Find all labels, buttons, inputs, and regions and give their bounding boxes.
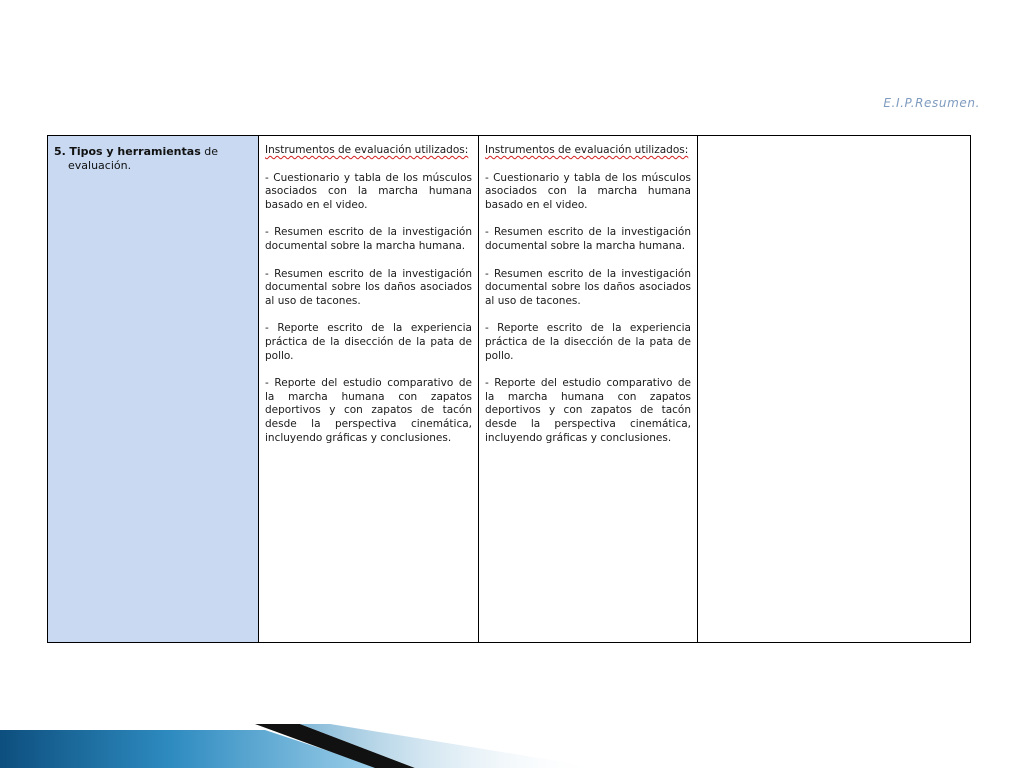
list-item: - Reporte del estudio comparativo de la … [485, 377, 691, 444]
list-item: - Resumen escrito de la investigación do… [485, 226, 691, 252]
section-title: 5. Tipos y herramientas de evaluación. [54, 145, 252, 173]
instruments-intro: Instrumentos de evaluación utilizados: [485, 144, 689, 156]
column-instruments-1: Instrumentos de evaluación utilizados: -… [258, 136, 478, 642]
instruments-intro: Instrumentos de evaluación utilizados: [265, 144, 469, 156]
section-title-bold: Tipos y herramientas [69, 145, 201, 158]
list-item: - Resumen escrito de la investigación do… [265, 226, 472, 252]
footer-decoration [0, 724, 600, 768]
section-number: 5. [54, 145, 66, 158]
list-item: - Reporte del estudio comparativo de la … [265, 377, 472, 444]
list-item: - Reporte escrito de la experiencia prác… [265, 322, 472, 362]
empty-cell [697, 136, 970, 642]
list-item: - Resumen escrito de la investigación do… [265, 267, 472, 307]
evaluation-table: 5. Tipos y herramientas de evaluación. I… [47, 135, 971, 643]
column-instruments-2: Instrumentos de evaluación utilizados: -… [478, 136, 697, 642]
list-item: - Resumen escrito de la investigación do… [485, 267, 691, 307]
header-label: E.I.P.Resumen. [883, 96, 980, 110]
section-title-line2: evaluación. [68, 159, 132, 172]
list-item: - Reporte escrito de la experiencia prác… [485, 322, 691, 362]
list-item: - Cuestionario y tabla de los músculos a… [485, 171, 691, 211]
section-title-rest: de [204, 145, 218, 158]
list-item: - Cuestionario y tabla de los músculos a… [265, 171, 472, 211]
row-title-cell: 5. Tipos y herramientas de evaluación. [48, 136, 258, 642]
